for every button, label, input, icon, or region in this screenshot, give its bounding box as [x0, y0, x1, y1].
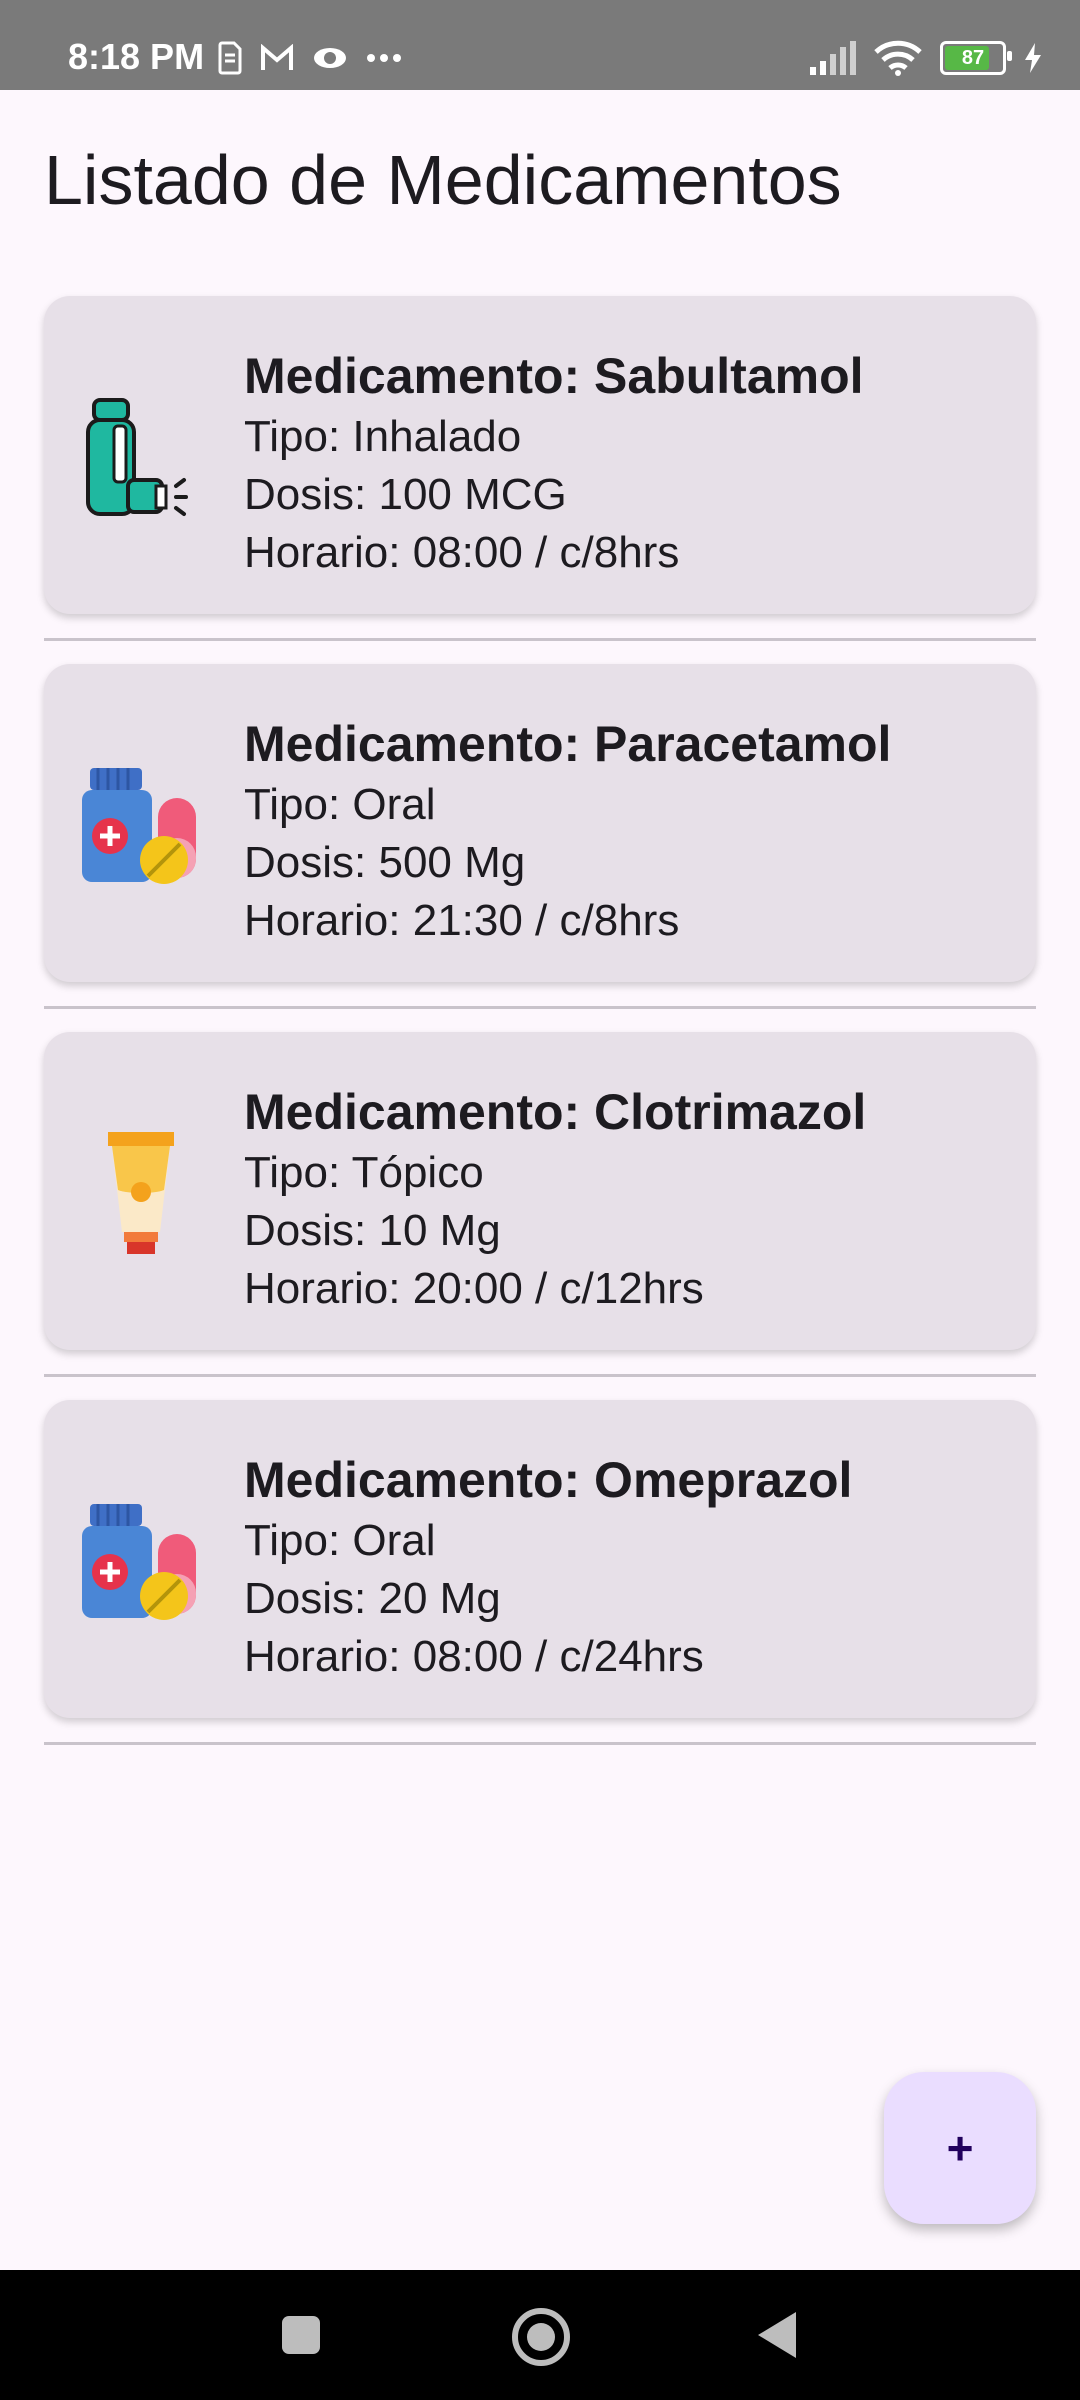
medication-dose: Dosis: 500 Mg [244, 838, 526, 887]
medication-name: Medicamento: Clotrimazol [244, 1084, 867, 1140]
navigation-bar [0, 2270, 1080, 2400]
list-divider [44, 638, 1036, 641]
recents-button[interactable] [282, 2316, 320, 2354]
page-title: Listado de Medicamentos [44, 141, 842, 219]
medication-dose: Dosis: 20 Mg [244, 1574, 501, 1623]
ointment-tube-icon [108, 1132, 174, 1254]
list-divider [44, 1374, 1036, 1377]
medication-name: Medicamento: Omeprazol [244, 1452, 853, 1508]
notification-icons [218, 38, 402, 78]
medication-name: Medicamento: Paracetamol [244, 716, 892, 772]
gmail-icon [261, 44, 293, 70]
add-medication-button[interactable]: + [884, 2072, 1036, 2224]
pills-bottle-icon [82, 1504, 196, 1620]
medication-schedule: Horario: 08:00 / c/8hrs [244, 528, 680, 577]
medication-name: Medicamento: Sabultamol [244, 348, 864, 404]
home-button[interactable] [512, 2308, 570, 2366]
medication-type: Tipo: Inhalado [244, 412, 522, 461]
battery-icon: 87 [940, 41, 1012, 75]
status-time: 8:18 PM [68, 36, 205, 77]
eye-icon [314, 48, 346, 68]
medication-schedule: Horario: 20:00 / c/12hrs [244, 1264, 704, 1313]
medication-schedule: Horario: 08:00 / c/24hrs [244, 1632, 704, 1681]
medication-card[interactable]: Medicamento: Omeprazol Tipo: Oral Dosis:… [44, 1400, 1036, 1718]
medication-type: Tipo: Oral [244, 780, 436, 829]
status-right: 87 [810, 36, 1042, 80]
more-dots-icon [367, 54, 401, 62]
medication-card[interactable]: Medicamento: Clotrimazol Tipo: Tópico Do… [44, 1032, 1036, 1350]
medication-type: Tipo: Oral [244, 1516, 436, 1565]
pills-bottle-icon [82, 768, 196, 884]
battery-level: 87 [961, 46, 985, 69]
wifi-icon [874, 40, 922, 76]
medication-card[interactable]: Medicamento: Paracetamol Tipo: Oral Dosi… [44, 664, 1036, 982]
list-divider [44, 1742, 1036, 1745]
medication-card[interactable]: Medicamento: Sabultamol Tipo: Inhalado D… [44, 296, 1036, 614]
status-bar: 8:18 PM 87 [0, 0, 1080, 90]
sim-icon [218, 41, 242, 75]
inhaler-icon [86, 398, 188, 516]
charging-icon [1025, 43, 1041, 73]
medication-dose: Dosis: 10 Mg [244, 1206, 501, 1255]
back-button[interactable] [758, 2312, 796, 2358]
medication-dose: Dosis: 100 MCG [244, 470, 567, 519]
signal-icon [810, 41, 856, 75]
medication-type: Tipo: Tópico [244, 1148, 484, 1197]
medication-schedule: Horario: 21:30 / c/8hrs [244, 896, 680, 945]
list-divider [44, 1006, 1036, 1009]
